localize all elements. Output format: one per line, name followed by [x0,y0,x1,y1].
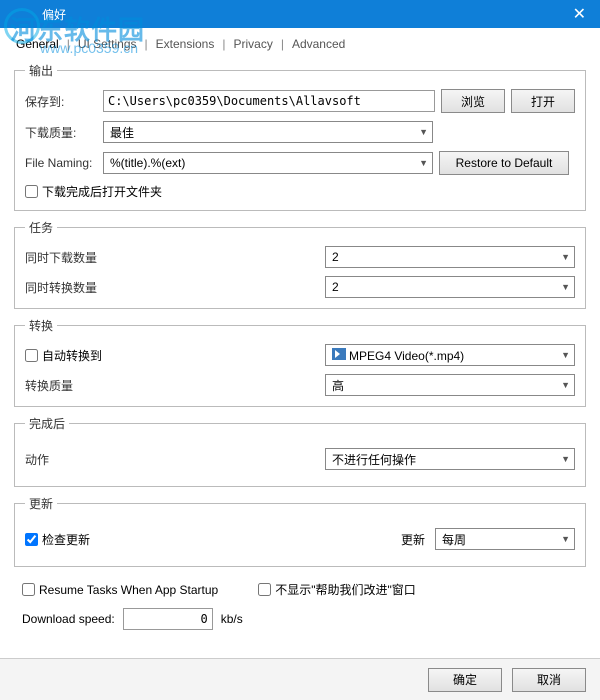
cv-count-select[interactable]: 2 ▼ [325,276,575,298]
dl-count-select[interactable]: 2 ▼ [325,246,575,268]
action-label: 动作 [25,451,225,468]
close-icon[interactable]: ✕ [567,4,592,24]
convert-quality-select[interactable]: 高 ▼ [325,374,575,396]
speed-input[interactable] [123,608,213,630]
auto-convert-label: 自动转换到 [42,347,102,364]
cv-count-value: 2 [332,280,339,294]
save-to-input[interactable] [103,90,435,112]
chevron-down-icon: ▼ [561,282,570,292]
action-value: 不进行任何操作 [332,451,416,468]
video-icon [332,348,346,360]
chevron-down-icon: ▼ [561,380,570,390]
group-update: 更新 检查更新 更新 每周 ▼ [14,495,586,567]
window-title: 偏好 [8,6,66,23]
check-update-checkbox[interactable]: 检查更新 [25,531,225,548]
hide-help-label: 不显示"帮助我们改进"窗口 [275,581,416,598]
naming-label: File Naming: [25,156,97,170]
action-select[interactable]: 不进行任何操作 ▼ [325,448,575,470]
chevron-down-icon: ▼ [419,158,428,168]
tab-privacy[interactable]: Privacy [227,34,278,54]
ok-button[interactable]: 确定 [428,668,502,692]
tab-extensions[interactable]: Extensions [150,34,221,54]
quality-value: 最佳 [110,124,134,141]
content-area: 输出 保存到: 浏览 打开 下载质量: 最佳 ▼ File Naming: %(… [0,54,600,638]
format-value: MPEG4 Video(*.mp4) [332,348,464,363]
auto-convert-input[interactable] [25,349,38,362]
naming-select[interactable]: %(title).%(ext) ▼ [103,152,433,174]
dl-count-label: 同时下载数量 [25,249,225,266]
check-update-label: 检查更新 [42,531,90,548]
cv-count-label: 同时转换数量 [25,279,225,296]
group-convert-legend: 转换 [25,317,57,334]
tab-separator: | [143,34,150,54]
tab-separator: | [65,34,72,54]
hide-help-input[interactable] [258,583,271,596]
group-tasks: 任务 同时下载数量 2 ▼ 同时转换数量 2 ▼ [14,219,586,309]
chevron-down-icon: ▼ [561,454,570,464]
quality-label: 下载质量: [25,124,97,141]
save-to-label: 保存到: [25,93,97,110]
update-freq-label: 更新 [401,531,425,548]
restore-default-button[interactable]: Restore to Default [439,151,569,175]
open-after-checkbox[interactable]: 下载完成后打开文件夹 [25,183,162,200]
group-after-legend: 完成后 [25,415,69,432]
tab-general[interactable]: General [10,34,65,54]
naming-value: %(title).%(ext) [110,156,185,170]
auto-convert-checkbox[interactable]: 自动转换到 [25,347,225,364]
open-after-label: 下载完成后打开文件夹 [42,183,162,200]
group-output-legend: 输出 [25,62,57,79]
update-freq-value: 每周 [442,531,466,548]
tab-separator: | [220,34,227,54]
titlebar: 偏好 ✕ [0,0,600,28]
dl-count-value: 2 [332,250,339,264]
format-select[interactable]: MPEG4 Video(*.mp4) ▼ [325,344,575,366]
convert-quality-value: 高 [332,377,344,394]
speed-label: Download speed: [22,612,115,626]
group-update-legend: 更新 [25,495,57,512]
open-after-input[interactable] [25,185,38,198]
tab-advanced[interactable]: Advanced [286,34,351,54]
convert-quality-label: 转换质量 [25,377,225,394]
tab-separator: | [279,34,286,54]
quality-select[interactable]: 最佳 ▼ [103,121,433,143]
cancel-button[interactable]: 取消 [512,668,586,692]
resume-tasks-input[interactable] [22,583,35,596]
chevron-down-icon: ▼ [561,350,570,360]
chevron-down-icon: ▼ [561,252,570,262]
check-update-input[interactable] [25,533,38,546]
speed-unit: kb/s [221,612,243,626]
hide-help-checkbox[interactable]: 不显示"帮助我们改进"窗口 [258,581,416,598]
group-output: 输出 保存到: 浏览 打开 下载质量: 最佳 ▼ File Naming: %(… [14,62,586,211]
group-after: 完成后 动作 不进行任何操作 ▼ [14,415,586,487]
chevron-down-icon: ▼ [561,534,570,544]
update-freq-select[interactable]: 每周 ▼ [435,528,575,550]
tab-bar: General | UI Settings | Extensions | Pri… [0,28,600,54]
resume-tasks-label: Resume Tasks When App Startup [39,583,218,597]
footer: 确定 取消 [0,658,600,700]
resume-tasks-checkbox[interactable]: Resume Tasks When App Startup [22,583,218,597]
group-convert: 转换 自动转换到 MPEG4 Video(*.mp4) ▼ 转换质量 高 ▼ [14,317,586,407]
browse-button[interactable]: 浏览 [441,89,505,113]
group-tasks-legend: 任务 [25,219,57,236]
tab-ui-settings[interactable]: UI Settings [72,34,143,54]
chevron-down-icon: ▼ [419,127,428,137]
open-button[interactable]: 打开 [511,89,575,113]
